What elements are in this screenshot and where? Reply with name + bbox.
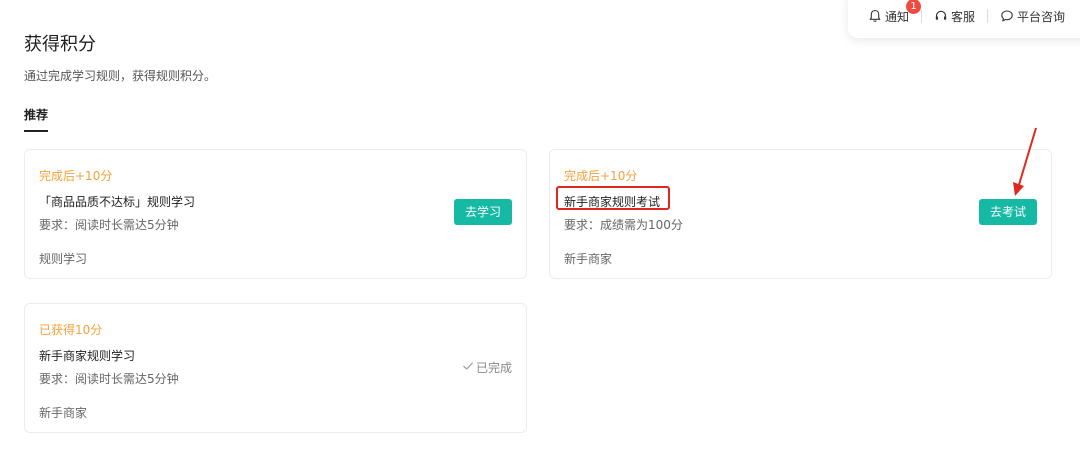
consult-label: 平台咨询 xyxy=(1017,9,1066,24)
task-category: 新手商家 xyxy=(39,406,88,420)
customer-service-button[interactable]: 客服 xyxy=(934,8,975,25)
task-name: 新手商家规则学习 xyxy=(39,349,136,363)
bell-icon xyxy=(868,9,882,23)
checkmark-icon xyxy=(462,360,474,375)
notify-button[interactable]: 通知 1 xyxy=(868,0,921,25)
go-study-button[interactable]: 去学习 xyxy=(453,199,512,225)
page-subtitle: 通过完成学习规则，获得规则积分。 xyxy=(24,69,217,83)
go-exam-button[interactable]: 去考试 xyxy=(978,199,1037,225)
reward-label: 已获得10分 xyxy=(39,323,103,337)
reward-label: 完成后+10分 xyxy=(564,169,638,183)
divider xyxy=(921,9,923,23)
task-requirement: 要求：阅读时长需达5分钟 xyxy=(39,372,179,386)
notification-badge: 1 xyxy=(906,0,921,14)
headset-icon xyxy=(934,9,948,23)
tab-recommend[interactable]: 推荐 xyxy=(24,106,48,123)
task-category: 规则学习 xyxy=(39,252,88,266)
task-requirement: 要求：成绩需为100分 xyxy=(564,218,683,232)
task-name: 「商品品质不达标」规则学习 xyxy=(39,195,196,209)
task-category: 新手商家 xyxy=(564,252,613,266)
tab-active-indicator xyxy=(24,130,48,132)
service-label: 客服 xyxy=(951,9,976,24)
task-name: 新手商家规则考试 xyxy=(564,195,661,209)
notify-label: 通知 xyxy=(885,9,910,24)
divider xyxy=(987,9,989,23)
task-card: 完成后+10分 新手商家规则考试 要求：成绩需为100分 新手商家 去考试 xyxy=(549,149,1052,279)
page-title: 获得积分 xyxy=(24,34,96,55)
task-requirement: 要求：阅读时长需达5分钟 xyxy=(39,218,179,232)
completed-status: 已完成 xyxy=(462,359,512,376)
task-card: 完成后+10分 「商品品质不达标」规则学习 要求：阅读时长需达5分钟 规则学习 … xyxy=(24,149,527,279)
page: 通知 1 客服 平台咨询 获得积分 通过完成学习规则，获得规则积分。 推荐 完成… xyxy=(0,0,1080,458)
task-card: 已获得10分 新手商家规则学习 要求：阅读时长需达5分钟 新手商家 已完成 xyxy=(24,303,527,433)
top-toolbar: 通知 1 客服 平台咨询 xyxy=(848,0,1080,38)
completed-label: 已完成 xyxy=(475,361,512,375)
reward-label: 完成后+10分 xyxy=(39,169,113,183)
chat-bubble-icon xyxy=(1000,9,1014,23)
annotation-arrow-icon xyxy=(1013,127,1037,196)
platform-consult-button[interactable]: 平台咨询 xyxy=(1000,8,1065,25)
